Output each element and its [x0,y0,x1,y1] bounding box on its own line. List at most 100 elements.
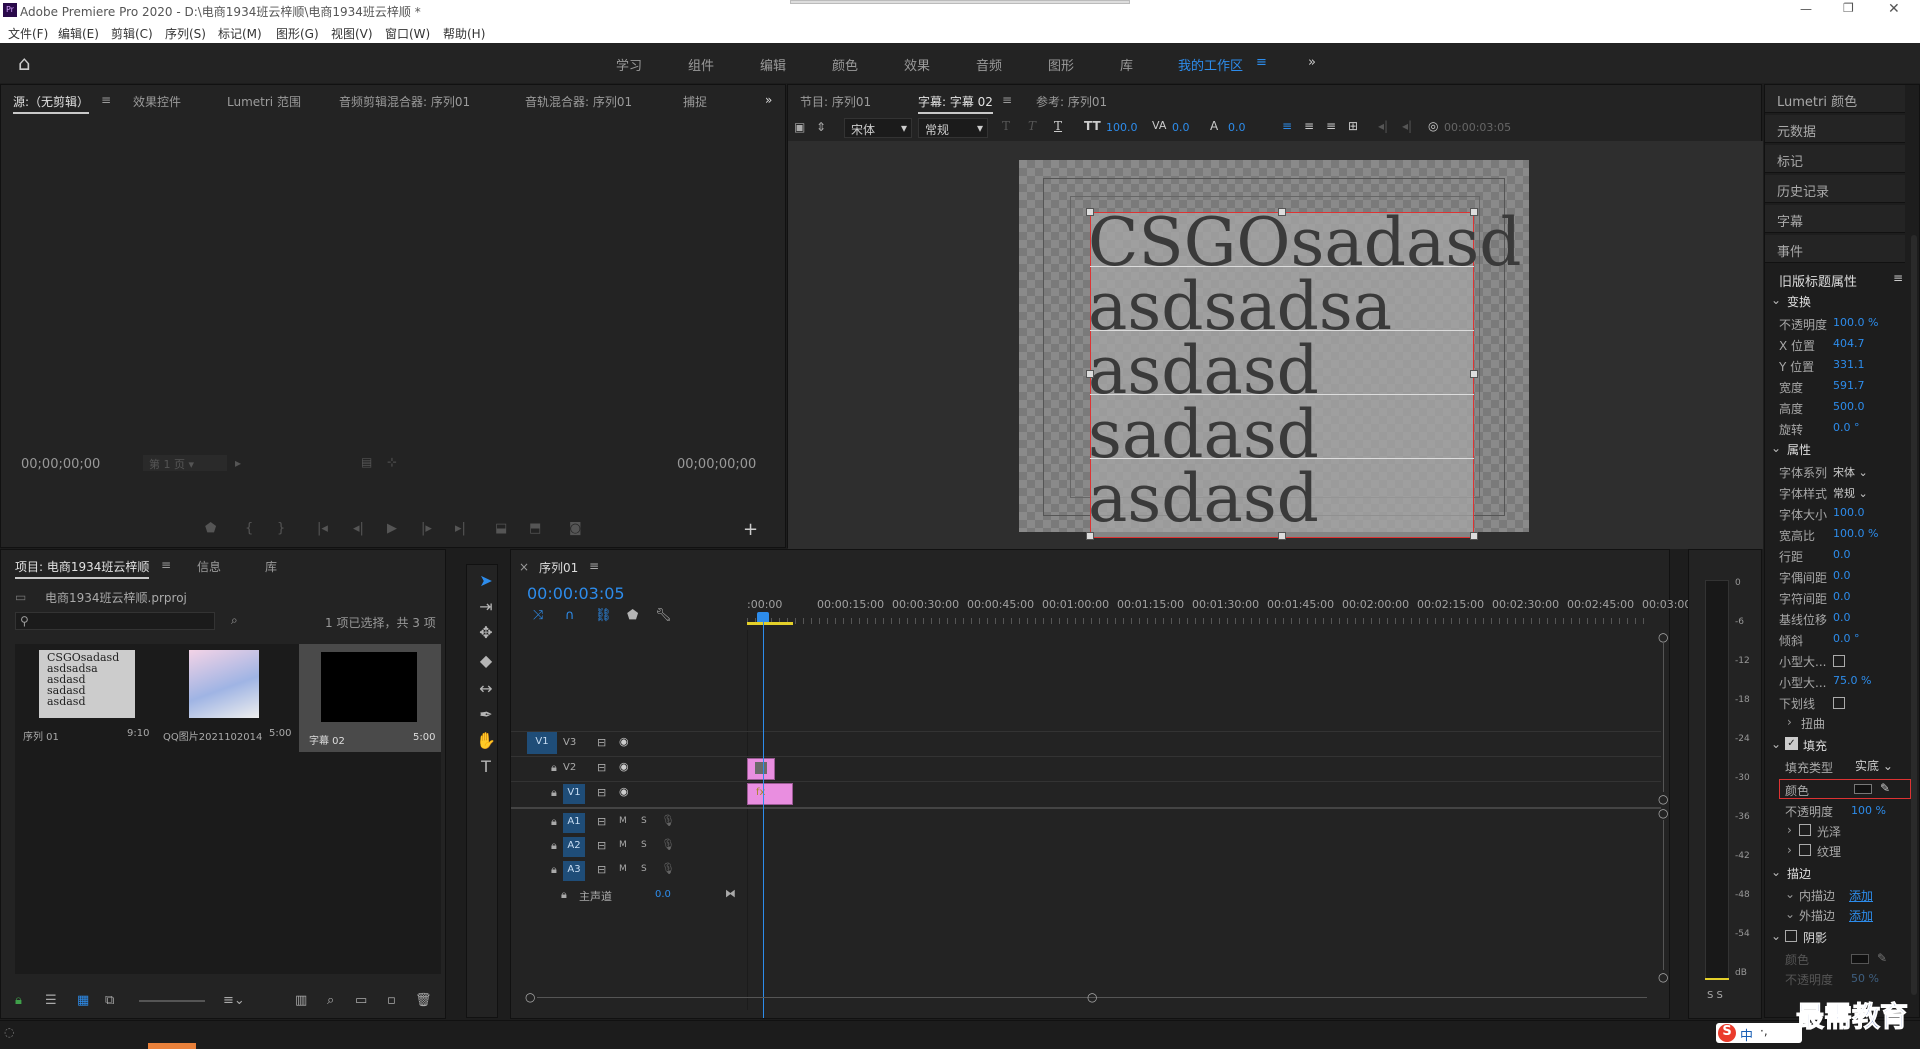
project-item-sequence[interactable]: CSGOsadasd asdsadsa asdasd sadasd asdasd… [15,644,155,752]
close-sequence-icon[interactable]: × [519,560,529,574]
track-select-tool-icon[interactable]: ⇥ [475,597,497,619]
workspace-my[interactable]: 我的工作区 [1178,55,1243,74]
workspace-audio[interactable]: 音频 [976,55,1002,74]
timeline-hscroll[interactable]: ○ ○ [525,990,1655,1004]
captions-button[interactable]: 字幕 [1765,205,1905,233]
align-center-icon[interactable]: ≡ [1304,119,1314,133]
step-forward-icon[interactable]: |▸ [421,521,432,536]
transform-header[interactable]: 变换 [1787,293,1811,310]
background-video-next-icon[interactable]: ◂| [1402,119,1412,133]
tab-reference[interactable]: 参考: 序列01 [1036,93,1107,110]
transform-value[interactable]: 0.0 ° [1833,421,1860,434]
fill-color-swatch[interactable] [1854,784,1872,794]
workspace-libraries[interactable]: 库 [1120,55,1133,74]
resize-handle-b[interactable] [1278,532,1286,540]
menu-clip[interactable]: 剪辑(C) [111,25,153,42]
resize-handle-tr[interactable] [1470,208,1478,216]
roll-crawl-icon[interactable]: ⇕ [816,120,826,134]
play-icon[interactable]: ▶ [387,521,397,536]
master-volume-value[interactable]: 0.0 [655,889,671,900]
stroke-toggle-icon[interactable]: ⌄ [1771,865,1781,879]
menu-graphics[interactable]: 图形(G) [276,25,319,42]
workspace-graphics[interactable]: 图形 [1048,55,1074,74]
source-patch-v1[interactable]: V1 [527,732,557,754]
scroll-handle-mid-icon[interactable]: ○ [1658,792,1668,806]
texture-checkbox[interactable] [1799,844,1811,856]
find-icon[interactable]: ⌕ [231,613,238,628]
snap-icon[interactable]: ∩ [565,608,575,623]
property-value[interactable]: 100.0 [1833,506,1865,519]
selection-tool-icon[interactable]: ➤ [475,571,497,593]
scroll-handle-audio-icon[interactable]: ○ [1658,806,1668,820]
add-marker-icon[interactable]: ⬟ [627,608,638,623]
track-target[interactable]: A3 [563,861,585,881]
work-area-bar[interactable] [747,622,793,625]
ripple-edit-tool-icon[interactable]: ✥ [475,623,497,645]
more-workspaces-icon[interactable]: » [1308,55,1316,70]
metadata-button[interactable]: 元数据 [1765,115,1905,143]
menu-marker[interactable]: 标记(M) [218,25,262,42]
shadow-toggle-icon[interactable]: ⌄ [1771,929,1781,943]
minimize-icon[interactable]: — [1800,2,1812,16]
automate-icon[interactable]: ▥ [295,993,307,1008]
eyedropper-icon[interactable]: ✎ [1880,781,1890,795]
insert-icon[interactable]: ⬓ [495,521,507,536]
font-size-value[interactable]: 100.0 [1106,121,1138,134]
property-select[interactable]: 常规 ⌄ [1833,485,1868,501]
pen-tool-icon[interactable]: ✒ [475,705,497,727]
marker-icon[interactable]: ⬟ [205,521,216,536]
page-next-icon[interactable]: ▸ [235,456,241,470]
align-right-icon[interactable]: ≡ [1326,119,1336,133]
wrench-icon[interactable]: 🔧︎ [655,608,672,623]
toggle-sync-lock-icon[interactable]: ⊟ [597,786,606,799]
outer-stroke-toggle-icon[interactable]: ⌄ [1785,907,1795,921]
step-back-icon[interactable]: ◂| [353,521,364,536]
align-left-icon[interactable]: ≡ [1282,119,1292,133]
track-target[interactable]: A2 [563,837,585,857]
resize-handle-tl[interactable] [1086,208,1094,216]
fill-checkbox[interactable]: ✓ [1785,737,1798,750]
mark-in-icon[interactable]: { [245,521,253,536]
sidebar-scrollbar[interactable] [1911,235,1917,995]
mute-button[interactable]: M [619,840,627,850]
meter-solo-buttons[interactable]: S S [1707,990,1723,1001]
workspace-assembly[interactable]: 组件 [688,55,714,74]
toggle-sync-lock-icon[interactable]: ⊟ [597,839,606,852]
type-tool-icon[interactable]: T [475,757,497,779]
property-value[interactable]: 0.0 ° [1833,632,1860,645]
page-select[interactable]: 第 1 页 ▾ [143,455,227,471]
mic-icon[interactable]: 🎙︎ [661,814,675,827]
mark-out-icon[interactable]: } [277,521,285,536]
tab-title[interactable]: 字幕: 字幕 02 [918,93,993,114]
property-checkbox[interactable] [1833,697,1845,709]
source-timecode-in[interactable]: 00;00;00;00 [21,457,100,472]
scroll-handle-bottom-icon[interactable]: ○ [1658,970,1668,984]
property-checkbox[interactable] [1833,655,1845,667]
tab-project[interactable]: 项目: 电商1934班云梓顺 [15,558,150,579]
resize-handle-l[interactable] [1086,370,1094,378]
transform-toggle-icon[interactable]: ⌄ [1771,293,1781,307]
trash-icon[interactable]: 🗑︎ [415,993,432,1008]
sheen-toggle-icon[interactable]: › [1787,823,1792,837]
razor-tool-icon[interactable]: ◆ [475,651,497,673]
toggle-sync-lock-icon[interactable]: ⊟ [597,815,606,828]
menu-sequence[interactable]: 序列(S) [165,25,206,42]
fill-header[interactable]: 填充 [1803,737,1827,754]
project-tab-menu-icon[interactable]: ≡ [161,558,171,572]
sort-icon[interactable]: ≡⌄ [223,993,245,1008]
property-select[interactable]: 宋体 ⌄ [1833,464,1868,480]
ime-language[interactable]: 中 [1740,1025,1753,1044]
master-lock-icon[interactable]: 🔒︎ [561,888,567,902]
shadow-header[interactable]: 阴影 [1803,929,1827,946]
home-icon[interactable]: ⌂ [18,51,31,75]
track-lock-icon[interactable]: 🔒︎ [551,839,557,853]
tab-capture[interactable]: 捕捉 [683,93,707,110]
nest-icon[interactable]: ⤨ [533,608,543,623]
icon-view-icon[interactable]: ▦ [77,993,89,1008]
go-to-out-icon[interactable]: ▸| [455,521,466,536]
solo-button[interactable]: S [641,816,647,826]
solo-button[interactable]: S [641,840,647,850]
toggle-sync-lock-icon[interactable]: ⊟ [597,736,606,749]
project-search-input[interactable]: ⚲ [15,612,215,630]
transform-value[interactable]: 500.0 [1833,400,1865,413]
